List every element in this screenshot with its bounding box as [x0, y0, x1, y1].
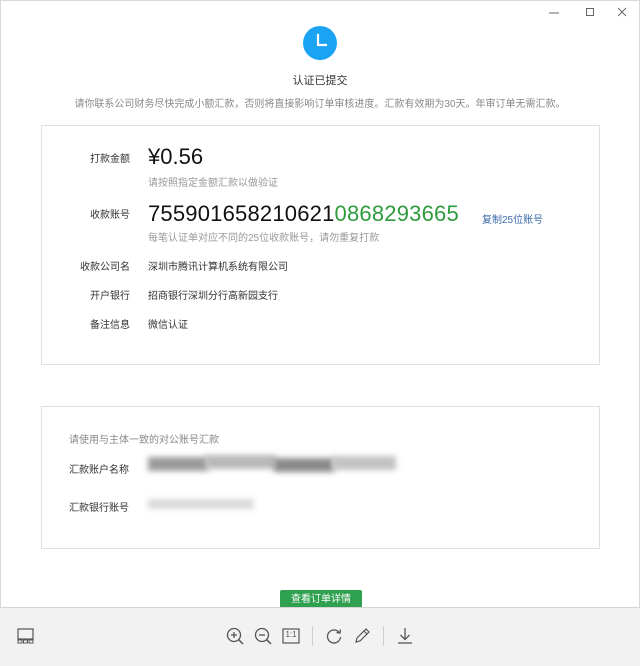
- status-title: 认证已提交: [292, 75, 348, 87]
- account-number-prefix: 755901658210621: [148, 201, 335, 226]
- sender-name-label: 汇款账户名称: [69, 465, 129, 476]
- amount-note: 请按照指定金额汇款以做验证: [148, 178, 278, 189]
- sender-account-label: 汇款银行账号: [69, 503, 129, 514]
- zoom-out-icon[interactable]: [252, 625, 274, 647]
- download-icon[interactable]: [394, 625, 416, 647]
- sender-account-card: 请使用与主体一致的对公账号汇款 汇款账户名称 汇款银行账号: [41, 406, 600, 549]
- zoom-in-icon[interactable]: [224, 625, 246, 647]
- minimize-button[interactable]: [544, 3, 564, 21]
- maximize-button[interactable]: [580, 3, 600, 21]
- copy-account-link[interactable]: 复制25位账号: [482, 211, 543, 226]
- minimize-icon: [549, 12, 559, 14]
- viewer-toolbar: 1:1: [0, 607, 640, 666]
- rotate-icon[interactable]: [323, 625, 345, 647]
- account-number-suffix: 0868293665: [334, 201, 459, 226]
- view-order-details-button[interactable]: 查看订单详情: [280, 590, 362, 608]
- account-label: 收款账号: [90, 210, 130, 221]
- edit-icon[interactable]: [351, 625, 373, 647]
- close-button[interactable]: [612, 3, 632, 21]
- bank-label: 开户银行: [90, 291, 130, 302]
- company-value: 深圳市腾讯计算机系统有限公司: [148, 262, 288, 273]
- remark-label: 备注信息: [90, 320, 130, 331]
- actual-size-label: 1:1: [285, 630, 297, 639]
- clock-icon: [303, 26, 337, 60]
- actual-size-button[interactable]: 1:1: [280, 625, 302, 647]
- toolbar-divider: [312, 626, 313, 646]
- toolbar-divider: [383, 626, 384, 646]
- amount-label: 打款金额: [90, 154, 130, 165]
- account-note: 每笔认证单对应不同的25位收款账号，请勿重复打款: [148, 233, 380, 244]
- account-number: 7559016582106210868293665: [148, 201, 459, 227]
- payment-info-card: 打款金额 ¥0.56 请按照指定金额汇款以做验证 收款账号 7559016582…: [41, 125, 600, 365]
- maximize-icon: [586, 8, 594, 16]
- company-label: 收款公司名: [80, 262, 130, 273]
- layout-icon[interactable]: [15, 625, 37, 647]
- status-description: 请你联系公司财务尽快完成小额汇款，否则将直接影响订单审核进度。汇款有效期为30天…: [74, 99, 566, 110]
- bank-value: 招商银行深圳分行高新园支行: [148, 291, 278, 302]
- close-icon: [617, 7, 627, 17]
- remark-value: 微信认证: [148, 320, 188, 331]
- amount-value: ¥0.56: [148, 144, 204, 169]
- title-bar: [0, 0, 640, 24]
- sender-card-title: 请使用与主体一致的对公账号汇款: [69, 435, 219, 446]
